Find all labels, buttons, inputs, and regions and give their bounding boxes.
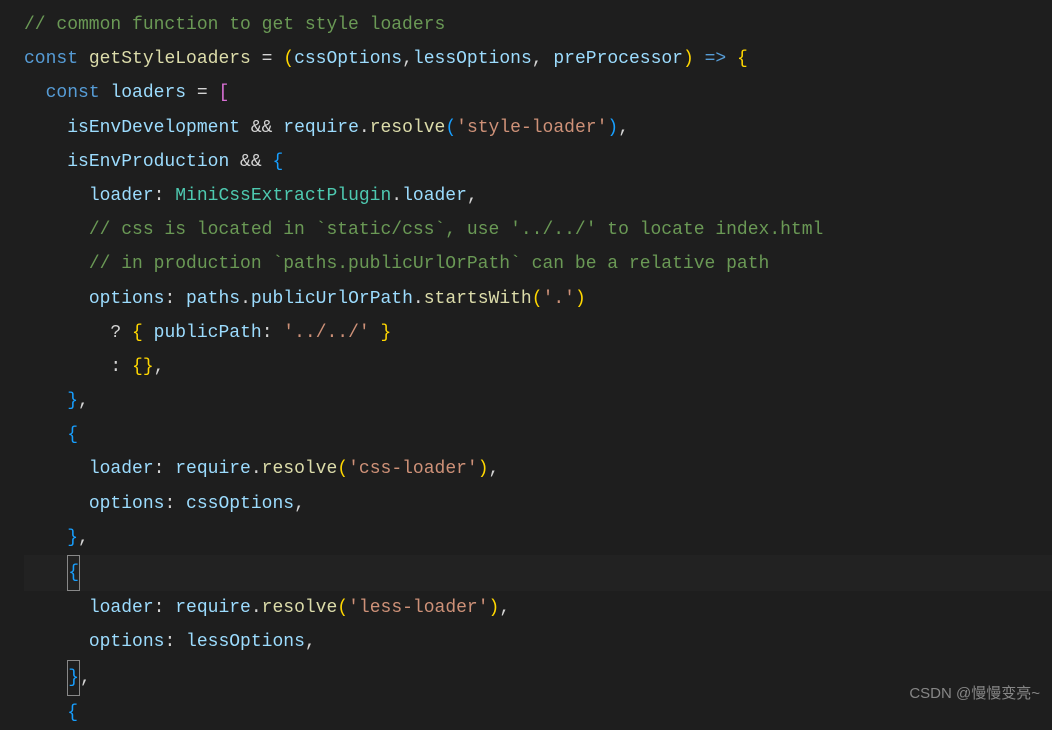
code-line: // in production `paths.publicUrlOrPath`… bbox=[24, 247, 1052, 281]
code-line: { bbox=[24, 696, 1052, 730]
identifier: cssOptions bbox=[186, 494, 294, 514]
code-line: { bbox=[24, 418, 1052, 452]
code-line: const loaders = [ bbox=[24, 76, 1052, 110]
cursor-selection: { bbox=[67, 555, 80, 591]
identifier: lessOptions bbox=[186, 632, 305, 652]
parameter: cssOptions bbox=[294, 49, 402, 69]
property: options bbox=[89, 494, 165, 514]
code-line: // css is located in `static/css`, use '… bbox=[24, 213, 1052, 247]
code-line: loader: require.resolve('less-loader'), bbox=[24, 591, 1052, 625]
property: loader bbox=[89, 459, 154, 479]
code-line: loader: MiniCssExtractPlugin.loader, bbox=[24, 179, 1052, 213]
code-line: options: cssOptions, bbox=[24, 487, 1052, 521]
string-literal: 'less-loader' bbox=[348, 598, 488, 618]
variable-declaration: loaders bbox=[110, 83, 186, 103]
identifier: isEnvProduction bbox=[67, 152, 229, 172]
comment: // css is located in `static/css`, use '… bbox=[89, 220, 824, 240]
code-editor[interactable]: // common function to get style loaders … bbox=[24, 8, 1052, 730]
code-line: const getStyleLoaders = (cssOptions,less… bbox=[24, 42, 1052, 76]
comment: // common function to get style loaders bbox=[24, 15, 445, 35]
property: loader bbox=[89, 186, 154, 206]
identifier: isEnvDevelopment bbox=[67, 118, 240, 138]
string-literal: 'css-loader' bbox=[348, 459, 478, 479]
property: loader bbox=[89, 598, 154, 618]
parameter: lessOptions bbox=[413, 49, 532, 69]
code-line: isEnvProduction && { bbox=[24, 145, 1052, 179]
code-line: ? { publicPath: '../../' } bbox=[24, 316, 1052, 350]
code-line: isEnvDevelopment && require.resolve('sty… bbox=[24, 111, 1052, 145]
string-literal: 'style-loader' bbox=[456, 118, 607, 138]
bracket-match-highlight: } bbox=[67, 660, 80, 696]
function-declaration: getStyleLoaders bbox=[89, 49, 251, 69]
property: publicPath bbox=[154, 323, 262, 343]
code-line: options: lessOptions, bbox=[24, 625, 1052, 659]
comment: // in production `paths.publicUrlOrPath`… bbox=[89, 254, 770, 274]
code-line: }, bbox=[24, 384, 1052, 418]
string-literal: '.' bbox=[543, 289, 575, 309]
watermark: CSDN @慢慢变亮~ bbox=[909, 680, 1040, 709]
keyword: const bbox=[46, 83, 100, 103]
property: options bbox=[89, 632, 165, 652]
code-line: }, bbox=[24, 660, 1052, 696]
code-line: : {}, bbox=[24, 350, 1052, 384]
string-literal: '../../' bbox=[283, 323, 369, 343]
code-line: options: paths.publicUrlOrPath.startsWit… bbox=[24, 282, 1052, 316]
class-name: MiniCssExtractPlugin bbox=[175, 186, 391, 206]
code-line: // common function to get style loaders bbox=[24, 8, 1052, 42]
code-line: loader: require.resolve('css-loader'), bbox=[24, 452, 1052, 486]
code-line: }, bbox=[24, 521, 1052, 555]
code-line-active: { bbox=[24, 555, 1052, 591]
property: options bbox=[89, 289, 165, 309]
parameter: preProcessor bbox=[553, 49, 683, 69]
keyword: const bbox=[24, 49, 78, 69]
